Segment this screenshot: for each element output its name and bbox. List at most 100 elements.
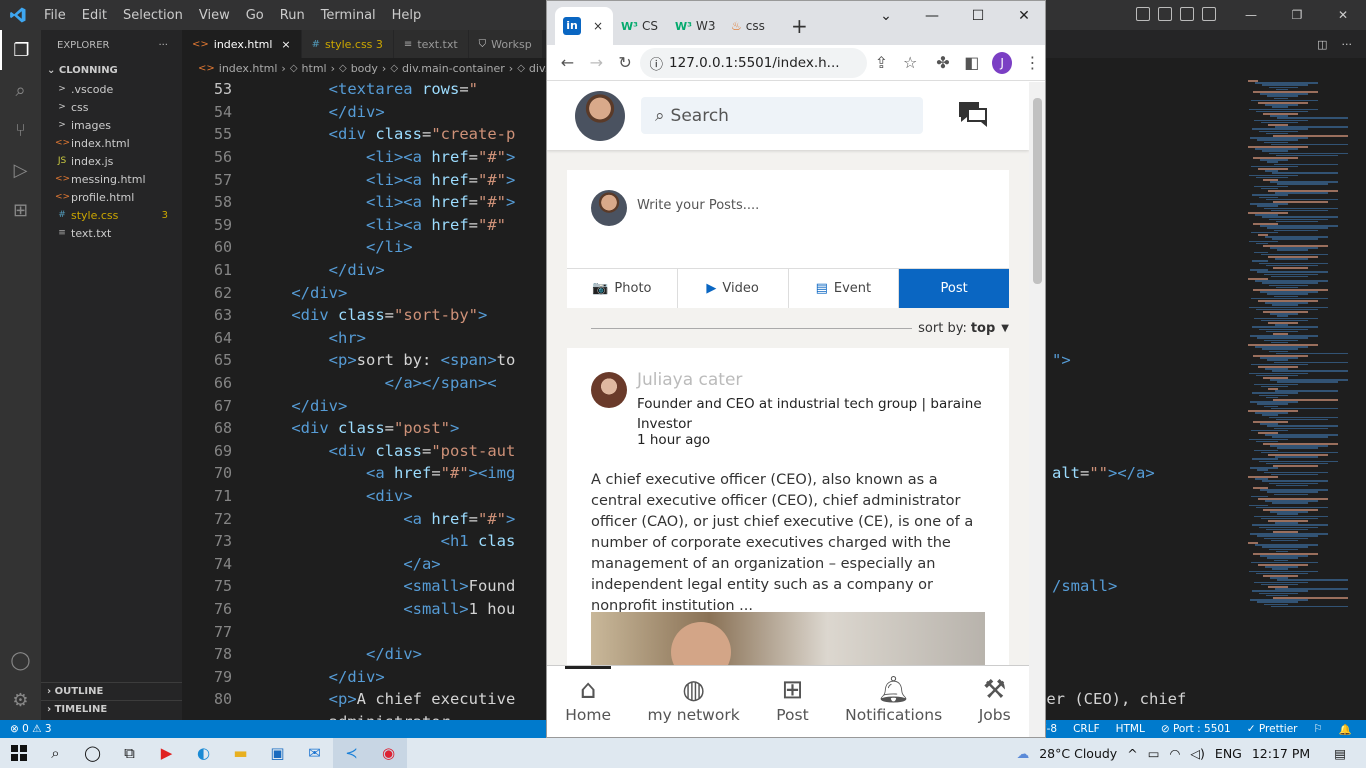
tab-w3-css[interactable]: W³ CS: [613, 7, 665, 45]
breadcrumb-item[interactable]: index.html: [219, 62, 278, 75]
wifi-icon[interactable]: ◠: [1170, 746, 1181, 761]
menu-run[interactable]: Run: [280, 8, 305, 23]
editor-tab[interactable]: <> index.html ×: [182, 30, 302, 58]
sort-value[interactable]: top: [971, 321, 995, 336]
windows-start-icon[interactable]: [0, 738, 37, 768]
live-server-port[interactable]: ⊘ Port : 5501: [1161, 723, 1231, 736]
address-bar[interactable]: ⓘ 127.0.0.1:5501/index.h...: [639, 47, 867, 78]
scrollbar-thumb[interactable]: [1033, 98, 1042, 284]
youtube-icon[interactable]: ▶: [148, 738, 185, 768]
nav-notifications[interactable]: 🔔︎ Notifications: [845, 674, 942, 737]
post-textarea[interactable]: Write your Posts....: [637, 198, 759, 213]
cortana-icon[interactable]: ◯: [74, 738, 111, 768]
tab-close-icon[interactable]: ×: [593, 19, 603, 33]
editor-tab[interactable]: ≡ text.txt: [393, 30, 469, 58]
page-scrollbar[interactable]: [1029, 82, 1045, 737]
nav-my-network[interactable]: ◍ my network: [648, 674, 740, 737]
feedback-icon[interactable]: ⚐: [1314, 723, 1323, 736]
menu-view[interactable]: View: [199, 8, 230, 23]
breadcrumb-item[interactable]: div.main-container: [402, 62, 505, 75]
eol-indicator[interactable]: CRLF: [1073, 723, 1100, 736]
extensions-puzzle-icon[interactable]: ✤: [929, 53, 958, 72]
search-input[interactable]: ⌕ Search: [641, 97, 923, 134]
notifications-icon[interactable]: 🔔: [1339, 723, 1352, 736]
file-explorer-icon[interactable]: ▬: [222, 738, 259, 768]
file-messing-html[interactable]: <> messing.html: [41, 170, 182, 188]
bookmark-star-icon[interactable]: ☆: [896, 53, 925, 72]
explorer-icon[interactable]: ❐: [0, 30, 41, 70]
store-icon[interactable]: ▣: [259, 738, 296, 768]
file-images[interactable]: > images: [41, 116, 182, 134]
outline-section[interactable]: › OUTLINE: [41, 682, 182, 700]
restore-button[interactable]: ❐: [1274, 0, 1320, 30]
menu-go[interactable]: Go: [246, 8, 264, 23]
author-name[interactable]: Juliaya cater: [637, 370, 742, 390]
back-icon[interactable]: ←: [553, 53, 582, 72]
settings-gear-icon[interactable]: ⚙: [0, 680, 41, 720]
share-icon[interactable]: ⇪: [867, 53, 896, 72]
search-icon[interactable]: ⌕: [0, 70, 41, 110]
event-button[interactable]: ▤ Event: [789, 269, 900, 308]
file-vscode[interactable]: > .vscode: [41, 80, 182, 98]
file-text-txt[interactable]: ≡ text.txt: [41, 224, 182, 242]
tab-w3[interactable]: W³ W3: [667, 7, 719, 45]
battery-icon[interactable]: ▭: [1148, 746, 1160, 761]
nav-post[interactable]: ⊞ Post: [776, 674, 808, 737]
nav-jobs[interactable]: ⚒ Jobs: [979, 674, 1011, 737]
tab-css[interactable]: ♨ css: [723, 7, 775, 45]
source-control-icon[interactable]: ⑂: [0, 110, 41, 150]
menu-edit[interactable]: Edit: [82, 8, 107, 23]
toggle-panel-icon[interactable]: [1158, 7, 1172, 21]
action-center-icon[interactable]: ▤: [1334, 746, 1346, 761]
author-avatar[interactable]: [591, 372, 627, 408]
nav-home[interactable]: ⌂ Home: [565, 666, 611, 737]
customize-layout-icon[interactable]: [1202, 7, 1216, 21]
close-button[interactable]: ✕: [1320, 0, 1366, 30]
menu-terminal[interactable]: Terminal: [321, 8, 376, 23]
breadcrumb-item[interactable]: body: [351, 62, 378, 75]
menu-selection[interactable]: Selection: [123, 8, 183, 23]
clock[interactable]: 12:17 PM: [1252, 746, 1310, 761]
menu-help[interactable]: Help: [392, 8, 422, 23]
caret-down-icon[interactable]: ▼: [1001, 323, 1009, 334]
messaging-icon[interactable]: [959, 100, 989, 134]
toggle-sidebar-icon[interactable]: [1136, 7, 1150, 21]
minimize-button[interactable]: —: [1228, 0, 1274, 30]
close-tab-icon[interactable]: ×: [281, 38, 290, 51]
profile-avatar[interactable]: J: [992, 51, 1013, 74]
more-actions-icon[interactable]: ···: [158, 40, 168, 51]
vscode-taskbar-icon[interactable]: ≺: [333, 738, 370, 768]
post-button[interactable]: Post: [899, 269, 1009, 308]
editor-tab[interactable]: # style.css 3: [301, 30, 394, 58]
menu-file[interactable]: File: [44, 8, 66, 23]
project-folder[interactable]: ⌄ CLONNING: [41, 60, 182, 80]
reload-icon[interactable]: ↻: [611, 53, 640, 72]
chrome-taskbar-icon[interactable]: ◉: [370, 738, 407, 768]
forward-icon[interactable]: →: [582, 53, 611, 72]
extensions-icon[interactable]: ⊞: [0, 190, 41, 230]
language-indicator[interactable]: HTML: [1116, 723, 1145, 736]
weather-text[interactable]: 28°C Cloudy: [1039, 746, 1117, 761]
file-style-css[interactable]: # style.css 3: [41, 206, 182, 224]
search-icon[interactable]: ⌕: [37, 738, 74, 768]
run-debug-icon[interactable]: ▷: [0, 150, 41, 190]
site-info-icon[interactable]: ⓘ: [650, 53, 664, 73]
more-actions-icon[interactable]: ···: [1342, 38, 1353, 51]
chrome-menu-icon[interactable]: ⋮: [1018, 53, 1045, 72]
minimize-button[interactable]: —: [909, 1, 955, 31]
problems-indicator[interactable]: ⊗ 0 ⚠ 3: [0, 723, 52, 735]
maximize-button[interactable]: ☐: [955, 1, 1001, 31]
editor-tab[interactable]: ⛉ Worksp: [468, 30, 543, 58]
language-indicator[interactable]: ENG: [1215, 746, 1242, 761]
breadcrumb-item[interactable]: html: [302, 62, 327, 75]
show-hidden-icons-icon[interactable]: ^: [1127, 746, 1137, 761]
photo-button[interactable]: 📷 Photo: [567, 269, 678, 308]
mail-icon[interactable]: ✉: [296, 738, 333, 768]
side-panel-icon[interactable]: ◧: [957, 53, 986, 72]
video-button[interactable]: ▶ Video: [678, 269, 789, 308]
minimap[interactable]: [1242, 78, 1366, 720]
close-button[interactable]: ✕: [1001, 1, 1045, 31]
toggle-secondary-sidebar-icon[interactable]: [1180, 7, 1194, 21]
edge-icon[interactable]: ◐: [185, 738, 222, 768]
split-editor-icon[interactable]: ◫: [1317, 38, 1327, 51]
